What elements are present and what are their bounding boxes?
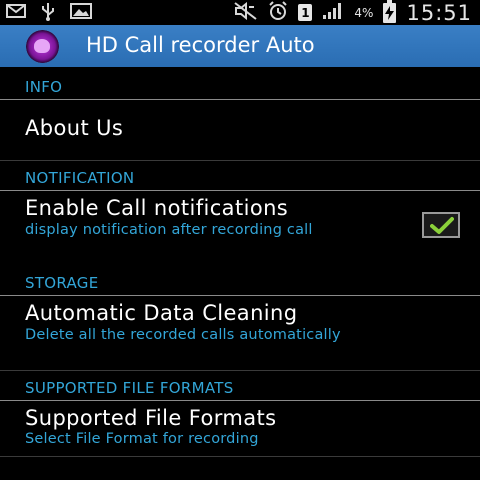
app-logo-icon[interactable] bbox=[26, 30, 59, 63]
pref-summary: Delete all the recorded calls automatica… bbox=[25, 327, 341, 343]
pref-enable-call-notifications[interactable]: Enable Call notifications display notifi… bbox=[0, 191, 480, 266]
sim-icon: 1 bbox=[298, 4, 313, 21]
pref-summary: Select File Format for recording bbox=[25, 431, 259, 447]
pref-title: Automatic Data Cleaning bbox=[25, 301, 298, 325]
notifications-checkbox[interactable] bbox=[422, 212, 460, 238]
pref-automatic-data-cleaning[interactable]: Automatic Data Cleaning Delete all the r… bbox=[0, 296, 480, 371]
usb-icon bbox=[40, 1, 56, 25]
category-label: STORAGE bbox=[25, 274, 99, 292]
battery-charging-icon bbox=[383, 0, 397, 23]
mute-icon bbox=[234, 1, 258, 24]
checkmark-icon bbox=[430, 217, 454, 234]
category-notification: NOTIFICATION bbox=[0, 161, 480, 191]
status-bar: 1 4% 15:51 bbox=[0, 0, 480, 25]
app-title: HD Call recorder Auto bbox=[86, 33, 315, 57]
category-supported-file-formats: SUPPORTED FILE FORMATS bbox=[0, 371, 480, 401]
pref-about-us[interactable]: About Us bbox=[0, 100, 480, 161]
status-time: 15:51 bbox=[406, 0, 472, 25]
pref-title: Supported File Formats bbox=[25, 406, 277, 430]
battery-percent: 4% bbox=[354, 5, 374, 20]
category-storage: STORAGE bbox=[0, 266, 480, 296]
pref-summary: display notification after recording cal… bbox=[25, 222, 313, 238]
action-bar: HD Call recorder Auto bbox=[0, 25, 480, 67]
category-info: INFO bbox=[0, 70, 480, 100]
pref-title: About Us bbox=[25, 116, 124, 140]
screen: 1 4% 15:51 HD Call recorder Auto INFO Ab… bbox=[0, 0, 480, 480]
alarm-icon bbox=[268, 0, 288, 25]
mail-icon bbox=[6, 3, 26, 22]
image-icon bbox=[70, 2, 92, 23]
category-label: NOTIFICATION bbox=[25, 169, 135, 187]
pref-title: Enable Call notifications bbox=[25, 196, 289, 220]
pref-supported-file-formats[interactable]: Supported File Formats Select File Forma… bbox=[0, 401, 480, 457]
category-label: SUPPORTED FILE FORMATS bbox=[25, 379, 234, 397]
signal-icon bbox=[322, 2, 344, 24]
category-label: INFO bbox=[25, 78, 63, 96]
